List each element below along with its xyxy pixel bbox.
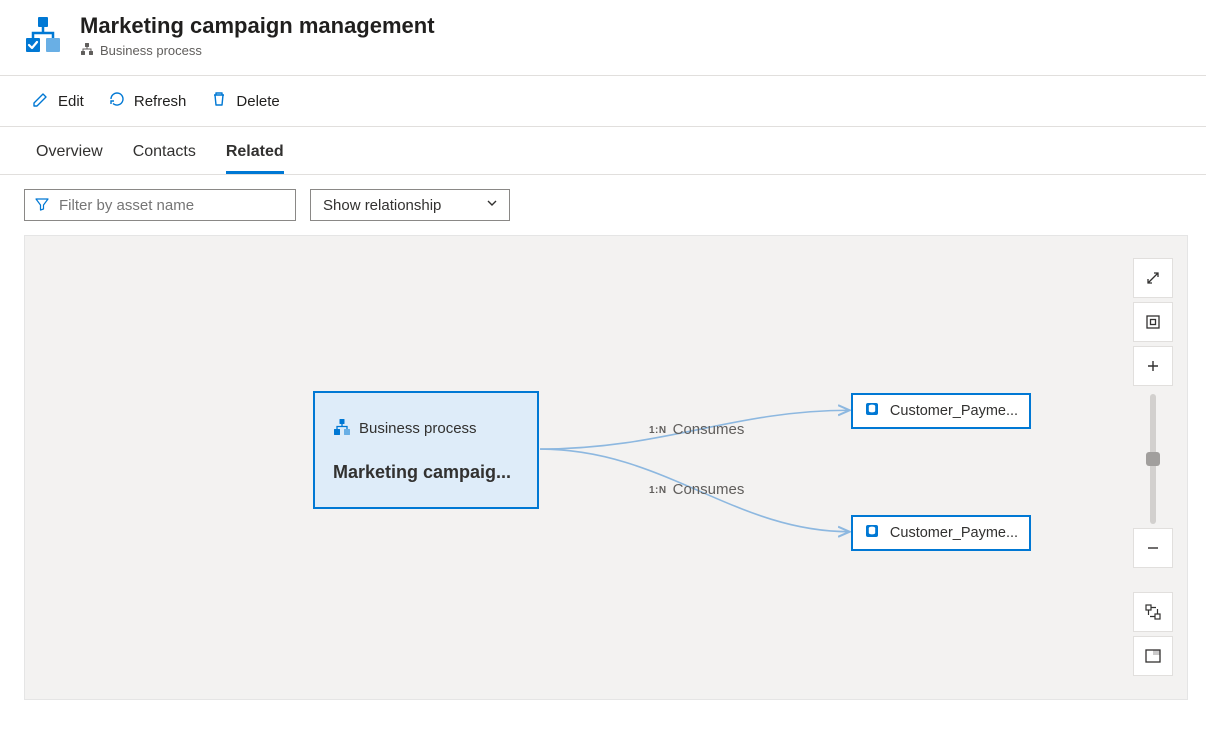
refresh-button[interactable]: Refresh — [106, 86, 189, 116]
expand-button[interactable] — [1133, 258, 1173, 298]
tab-overview[interactable]: Overview — [36, 143, 103, 174]
database-icon — [864, 523, 880, 543]
tab-contacts[interactable]: Contacts — [133, 143, 196, 174]
chevron-down-icon — [485, 196, 499, 214]
delete-icon — [210, 90, 228, 112]
edge-label-2: 1:NConsumes — [649, 481, 744, 498]
zoom-out-button[interactable] — [1133, 528, 1173, 568]
zoom-slider-track[interactable] — [1150, 394, 1156, 524]
canvas-tools — [1133, 258, 1173, 680]
zoom-slider-thumb[interactable] — [1146, 452, 1160, 466]
process-icon — [80, 42, 94, 59]
relationship-select[interactable]: Show relationship — [310, 189, 510, 221]
tabs: Overview Contacts Related — [0, 127, 1206, 175]
node-title: Marketing campaig... — [333, 462, 519, 483]
page-header: Marketing campaign management Business p… — [0, 0, 1206, 76]
minimap-button[interactable] — [1133, 636, 1173, 676]
filter-input[interactable] — [57, 196, 285, 215]
command-bar: Edit Refresh Delete — [0, 76, 1206, 127]
filter-input-wrapper[interactable] — [24, 189, 296, 221]
page-subtitle: Business process — [80, 42, 435, 59]
tab-related[interactable]: Related — [226, 143, 284, 174]
node-child-1[interactable]: Customer_Payme... — [851, 393, 1031, 429]
delete-button[interactable]: Delete — [208, 86, 281, 116]
zoom-in-button[interactable] — [1133, 346, 1173, 386]
filter-icon — [35, 197, 49, 214]
node-child-2[interactable]: Customer_Payme... — [851, 515, 1031, 551]
edge-label-1: 1:NConsumes — [649, 421, 744, 438]
business-process-small-icon — [333, 418, 351, 440]
page-title: Marketing campaign management — [80, 14, 435, 38]
relationship-canvas[interactable]: 1:NConsumes 1:NConsumes Business process… — [24, 235, 1188, 700]
fit-button[interactable] — [1133, 302, 1173, 342]
business-process-icon — [22, 14, 64, 56]
refresh-icon — [108, 90, 126, 112]
database-icon — [864, 401, 880, 421]
node-type: Business process — [333, 418, 519, 440]
edit-button[interactable]: Edit — [30, 86, 86, 116]
node-main[interactable]: Business process Marketing campaig... — [313, 391, 539, 509]
filter-bar: Show relationship — [0, 175, 1206, 235]
edit-icon — [32, 90, 50, 112]
layout-button[interactable] — [1133, 592, 1173, 632]
